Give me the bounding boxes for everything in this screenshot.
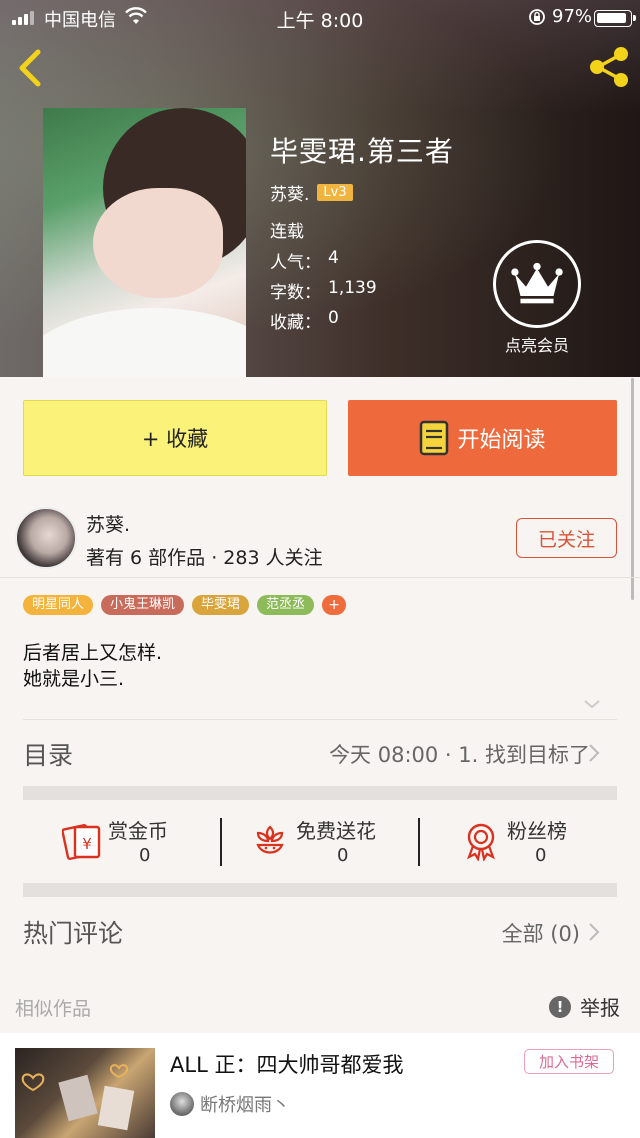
author-avatar[interactable] xyxy=(15,507,77,569)
favorites-row: 收藏： 0 xyxy=(270,308,339,333)
serial-status: 连载 xyxy=(270,222,304,242)
popularity-row: 人气： 4 xyxy=(270,248,339,273)
similar-book-title[interactable]: ALL 正：四大帅哥都爱我 xyxy=(170,1049,403,1079)
add-to-shelf-button[interactable]: 加入书架 xyxy=(524,1049,614,1074)
author-stats: 著有 6 部作品 · 283 人关注 xyxy=(86,547,323,569)
collect-button[interactable]: + 收藏 xyxy=(23,400,327,476)
divider xyxy=(0,577,640,578)
medal-icon xyxy=(467,823,495,861)
report-label: 举报 xyxy=(580,996,620,1020)
similar-book-cover[interactable] xyxy=(15,1048,155,1138)
collect-label: + 收藏 xyxy=(141,427,209,451)
exclamation-icon: ! xyxy=(549,995,571,1018)
battery-percent: 97% xyxy=(552,6,593,27)
scrollbar[interactable] xyxy=(631,378,634,600)
popularity-value: 4 xyxy=(328,248,339,268)
tag-list: 明星同人 小鬼王琳凯 毕雯珺 范丞丞 + xyxy=(23,595,347,615)
similar-book-card[interactable]: ALL 正：四大帅哥都爱我 加入书架 断桥烟雨丶 xyxy=(0,1033,640,1138)
send-flower-label: 免费送花 xyxy=(296,819,376,843)
word-count-value: 1,139 xyxy=(328,278,377,298)
similar-author-avatar xyxy=(170,1092,194,1116)
report-button[interactable]: ! 举报 xyxy=(549,992,620,1021)
divider xyxy=(23,719,617,720)
vip-button[interactable]: 点亮会员 xyxy=(492,240,582,355)
chevron-right-icon[interactable] xyxy=(588,922,600,942)
book-icon xyxy=(420,420,449,456)
author-name[interactable]: 苏葵. xyxy=(86,510,130,537)
fan-ranking-value: 0 xyxy=(535,845,547,866)
flower-icon xyxy=(256,825,284,854)
synopsis-line: 后者居上又怎样. xyxy=(23,642,163,664)
synopsis-line: 她就是小三. xyxy=(23,668,125,690)
red-envelope-icon: ¥ xyxy=(62,824,101,860)
similar-book-author: 断桥烟雨丶 xyxy=(200,1095,290,1116)
latest-chapter-link[interactable]: 今天 08:00 · 1. 找到目标了 xyxy=(329,739,590,769)
word-count-row: 字数： 1,139 xyxy=(270,278,377,303)
tag-chip[interactable]: 明星同人 xyxy=(23,595,94,615)
toc-title[interactable]: 目录 xyxy=(23,736,73,772)
book-author-name[interactable]: 苏葵. xyxy=(270,180,309,205)
book-title: 毕雯珺.第三者 xyxy=(270,135,454,168)
heart-pattern-icon xyxy=(21,1064,135,1131)
reward-coins-value: 0 xyxy=(139,845,151,866)
tag-chip[interactable]: 范丞丞 xyxy=(257,595,315,615)
start-reading-button[interactable]: 开始阅读 xyxy=(348,400,617,476)
share-button[interactable] xyxy=(586,44,632,90)
favorites-value: 0 xyxy=(328,308,339,328)
section-separator xyxy=(23,786,617,800)
status-bar: 中国电信 上午 8:00 97% xyxy=(0,0,640,36)
all-comments-link[interactable]: 全部 (0) xyxy=(502,918,580,948)
crown-icon xyxy=(511,262,563,304)
similar-works-title: 相似作品 xyxy=(15,998,92,1020)
svg-text:¥: ¥ xyxy=(82,835,92,853)
section-separator xyxy=(23,883,617,897)
divider xyxy=(418,818,420,866)
follow-button[interactable]: 已关注 xyxy=(516,518,617,558)
start-reading-label: 开始阅读 xyxy=(457,428,546,453)
vip-label: 点亮会员 xyxy=(504,336,569,355)
book-cover-image[interactable] xyxy=(43,108,246,377)
back-button[interactable] xyxy=(12,46,48,90)
hot-comments-title: 热门评论 xyxy=(23,919,124,948)
book-header: 中国电信 上午 8:00 97% 毕雯珺.第三者 苏葵. Lv3 连载 人气： … xyxy=(0,0,640,377)
send-flower-value: 0 xyxy=(337,845,349,866)
fan-ranking-label: 粉丝榜 xyxy=(507,819,567,843)
rotation-lock-icon xyxy=(529,9,545,25)
divider xyxy=(220,818,222,866)
chevron-right-icon[interactable] xyxy=(588,743,600,763)
book-author-line: 苏葵. Lv3 xyxy=(270,180,353,205)
synopsis: 后者居上又怎样. 她就是小三. xyxy=(23,640,162,692)
author-level-badge: Lv3 xyxy=(317,184,353,201)
chevron-down-icon[interactable] xyxy=(583,698,601,710)
reward-coins-label: 赏金币 xyxy=(108,819,168,843)
add-tag-button[interactable]: + xyxy=(322,595,347,615)
battery-icon xyxy=(594,10,636,27)
tag-chip[interactable]: 毕雯珺 xyxy=(192,595,250,615)
tag-chip[interactable]: 小鬼王琳凯 xyxy=(101,595,185,615)
